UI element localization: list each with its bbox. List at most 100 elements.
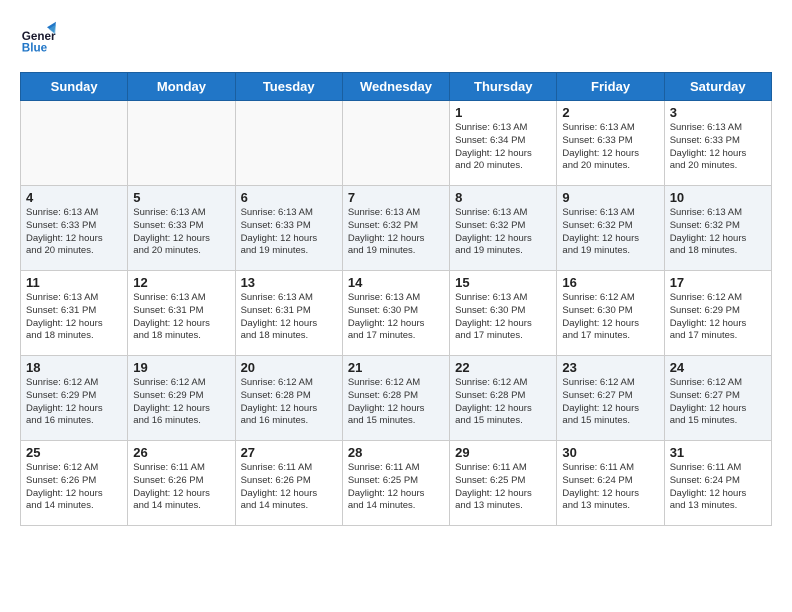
calendar-day-cell: 8 Sunrise: 6:13 AM Sunset: 6:32 PM Daylig…	[450, 186, 557, 271]
weekday-header-monday: Monday	[128, 73, 235, 101]
weekday-header-row: SundayMondayTuesdayWednesdayThursdayFrid…	[21, 73, 772, 101]
day-number: 27	[241, 445, 337, 460]
calendar-day-cell	[235, 101, 342, 186]
day-number: 28	[348, 445, 444, 460]
day-number: 9	[562, 190, 658, 205]
calendar-table: SundayMondayTuesdayWednesdayThursdayFrid…	[20, 72, 772, 526]
day-info: Sunrise: 6:11 AM Sunset: 6:26 PM Dayligh…	[241, 462, 337, 513]
calendar-day-cell: 22 Sunrise: 6:12 AM Sunset: 6:28 PM Dayli…	[450, 356, 557, 441]
day-number: 24	[670, 360, 766, 375]
day-number: 19	[133, 360, 229, 375]
calendar-day-cell: 9 Sunrise: 6:13 AM Sunset: 6:32 PM Daylig…	[557, 186, 664, 271]
day-number: 4	[26, 190, 122, 205]
day-info: Sunrise: 6:12 AM Sunset: 6:27 PM Dayligh…	[562, 377, 658, 428]
logo: General Blue	[20, 20, 60, 56]
day-info: Sunrise: 6:13 AM Sunset: 6:30 PM Dayligh…	[455, 292, 551, 343]
day-number: 11	[26, 275, 122, 290]
day-info: Sunrise: 6:12 AM Sunset: 6:28 PM Dayligh…	[348, 377, 444, 428]
calendar-day-cell: 17 Sunrise: 6:12 AM Sunset: 6:29 PM Dayli…	[664, 271, 771, 356]
day-info: Sunrise: 6:11 AM Sunset: 6:24 PM Dayligh…	[562, 462, 658, 513]
day-number: 16	[562, 275, 658, 290]
weekday-header-sunday: Sunday	[21, 73, 128, 101]
day-info: Sunrise: 6:12 AM Sunset: 6:28 PM Dayligh…	[455, 377, 551, 428]
day-number: 12	[133, 275, 229, 290]
svg-text:Blue: Blue	[22, 42, 48, 55]
calendar-day-cell: 21 Sunrise: 6:12 AM Sunset: 6:28 PM Dayli…	[342, 356, 449, 441]
day-number: 31	[670, 445, 766, 460]
calendar-day-cell: 1 Sunrise: 6:13 AM Sunset: 6:34 PM Daylig…	[450, 101, 557, 186]
day-info: Sunrise: 6:12 AM Sunset: 6:29 PM Dayligh…	[133, 377, 229, 428]
calendar-day-cell: 6 Sunrise: 6:13 AM Sunset: 6:33 PM Daylig…	[235, 186, 342, 271]
calendar-day-cell: 14 Sunrise: 6:13 AM Sunset: 6:30 PM Dayli…	[342, 271, 449, 356]
day-info: Sunrise: 6:11 AM Sunset: 6:24 PM Dayligh…	[670, 462, 766, 513]
calendar-day-cell: 13 Sunrise: 6:13 AM Sunset: 6:31 PM Dayli…	[235, 271, 342, 356]
calendar-week-row: 18 Sunrise: 6:12 AM Sunset: 6:29 PM Dayli…	[21, 356, 772, 441]
calendar-day-cell: 4 Sunrise: 6:13 AM Sunset: 6:33 PM Daylig…	[21, 186, 128, 271]
calendar-day-cell: 28Sunrise: 6:11 AM Sunset: 6:25 PM Dayli…	[342, 441, 449, 526]
weekday-header-friday: Friday	[557, 73, 664, 101]
calendar-day-cell	[128, 101, 235, 186]
page-header: General Blue	[20, 20, 772, 56]
calendar-week-row: 11 Sunrise: 6:13 AM Sunset: 6:31 PM Dayli…	[21, 271, 772, 356]
calendar-day-cell: 20Sunrise: 6:12 AM Sunset: 6:28 PM Dayli…	[235, 356, 342, 441]
day-number: 3	[670, 105, 766, 120]
calendar-day-cell: 11 Sunrise: 6:13 AM Sunset: 6:31 PM Dayli…	[21, 271, 128, 356]
day-number: 1	[455, 105, 551, 120]
weekday-header-thursday: Thursday	[450, 73, 557, 101]
calendar-day-cell: 7 Sunrise: 6:13 AM Sunset: 6:32 PM Daylig…	[342, 186, 449, 271]
calendar-day-cell	[21, 101, 128, 186]
calendar-day-cell: 15 Sunrise: 6:13 AM Sunset: 6:30 PM Dayli…	[450, 271, 557, 356]
day-info: Sunrise: 6:12 AM Sunset: 6:27 PM Dayligh…	[670, 377, 766, 428]
day-info: Sunrise: 6:12 AM Sunset: 6:29 PM Dayligh…	[670, 292, 766, 343]
day-number: 8	[455, 190, 551, 205]
weekday-header-saturday: Saturday	[664, 73, 771, 101]
day-info: Sunrise: 6:12 AM Sunset: 6:26 PM Dayligh…	[26, 462, 122, 513]
calendar-day-cell: 12 Sunrise: 6:13 AM Sunset: 6:31 PM Dayli…	[128, 271, 235, 356]
day-info: Sunrise: 6:13 AM Sunset: 6:33 PM Dayligh…	[133, 207, 229, 258]
day-info: Sunrise: 6:13 AM Sunset: 6:30 PM Dayligh…	[348, 292, 444, 343]
day-info: Sunrise: 6:11 AM Sunset: 6:26 PM Dayligh…	[133, 462, 229, 513]
calendar-day-cell: 3 Sunrise: 6:13 AM Sunset: 6:33 PM Daylig…	[664, 101, 771, 186]
calendar-day-cell: 23 Sunrise: 6:12 AM Sunset: 6:27 PM Dayli…	[557, 356, 664, 441]
calendar-day-cell	[342, 101, 449, 186]
day-info: Sunrise: 6:12 AM Sunset: 6:29 PM Dayligh…	[26, 377, 122, 428]
day-number: 17	[670, 275, 766, 290]
day-info: Sunrise: 6:13 AM Sunset: 6:31 PM Dayligh…	[241, 292, 337, 343]
day-info: Sunrise: 6:12 AM Sunset: 6:28 PM Dayligh…	[241, 377, 337, 428]
calendar-day-cell: 30Sunrise: 6:11 AM Sunset: 6:24 PM Dayli…	[557, 441, 664, 526]
calendar-day-cell: 27 Sunrise: 6:11 AM Sunset: 6:26 PM Dayli…	[235, 441, 342, 526]
day-number: 7	[348, 190, 444, 205]
day-number: 15	[455, 275, 551, 290]
calendar-day-cell: 29 Sunrise: 6:11 AM Sunset: 6:25 PM Dayli…	[450, 441, 557, 526]
day-number: 29	[455, 445, 551, 460]
day-number: 22	[455, 360, 551, 375]
day-number: 18	[26, 360, 122, 375]
day-number: 14	[348, 275, 444, 290]
day-number: 10	[670, 190, 766, 205]
calendar-week-row: 25Sunrise: 6:12 AM Sunset: 6:26 PM Dayli…	[21, 441, 772, 526]
day-info: Sunrise: 6:13 AM Sunset: 6:32 PM Dayligh…	[670, 207, 766, 258]
calendar-week-row: 4 Sunrise: 6:13 AM Sunset: 6:33 PM Daylig…	[21, 186, 772, 271]
logo-icon: General Blue	[20, 20, 56, 56]
calendar-day-cell: 24 Sunrise: 6:12 AM Sunset: 6:27 PM Dayli…	[664, 356, 771, 441]
day-info: Sunrise: 6:13 AM Sunset: 6:32 PM Dayligh…	[348, 207, 444, 258]
day-number: 6	[241, 190, 337, 205]
day-info: Sunrise: 6:13 AM Sunset: 6:33 PM Dayligh…	[670, 122, 766, 173]
day-number: 2	[562, 105, 658, 120]
day-info: Sunrise: 6:13 AM Sunset: 6:32 PM Dayligh…	[562, 207, 658, 258]
day-number: 26	[133, 445, 229, 460]
day-info: Sunrise: 6:13 AM Sunset: 6:33 PM Dayligh…	[26, 207, 122, 258]
day-number: 5	[133, 190, 229, 205]
day-number: 13	[241, 275, 337, 290]
calendar-day-cell: 18 Sunrise: 6:12 AM Sunset: 6:29 PM Dayli…	[21, 356, 128, 441]
day-number: 21	[348, 360, 444, 375]
day-number: 23	[562, 360, 658, 375]
day-info: Sunrise: 6:11 AM Sunset: 6:25 PM Dayligh…	[455, 462, 551, 513]
day-info: Sunrise: 6:13 AM Sunset: 6:33 PM Dayligh…	[241, 207, 337, 258]
day-info: Sunrise: 6:13 AM Sunset: 6:31 PM Dayligh…	[133, 292, 229, 343]
weekday-header-tuesday: Tuesday	[235, 73, 342, 101]
day-info: Sunrise: 6:13 AM Sunset: 6:32 PM Dayligh…	[455, 207, 551, 258]
day-info: Sunrise: 6:13 AM Sunset: 6:34 PM Dayligh…	[455, 122, 551, 173]
day-info: Sunrise: 6:13 AM Sunset: 6:31 PM Dayligh…	[26, 292, 122, 343]
calendar-day-cell: 25Sunrise: 6:12 AM Sunset: 6:26 PM Dayli…	[21, 441, 128, 526]
